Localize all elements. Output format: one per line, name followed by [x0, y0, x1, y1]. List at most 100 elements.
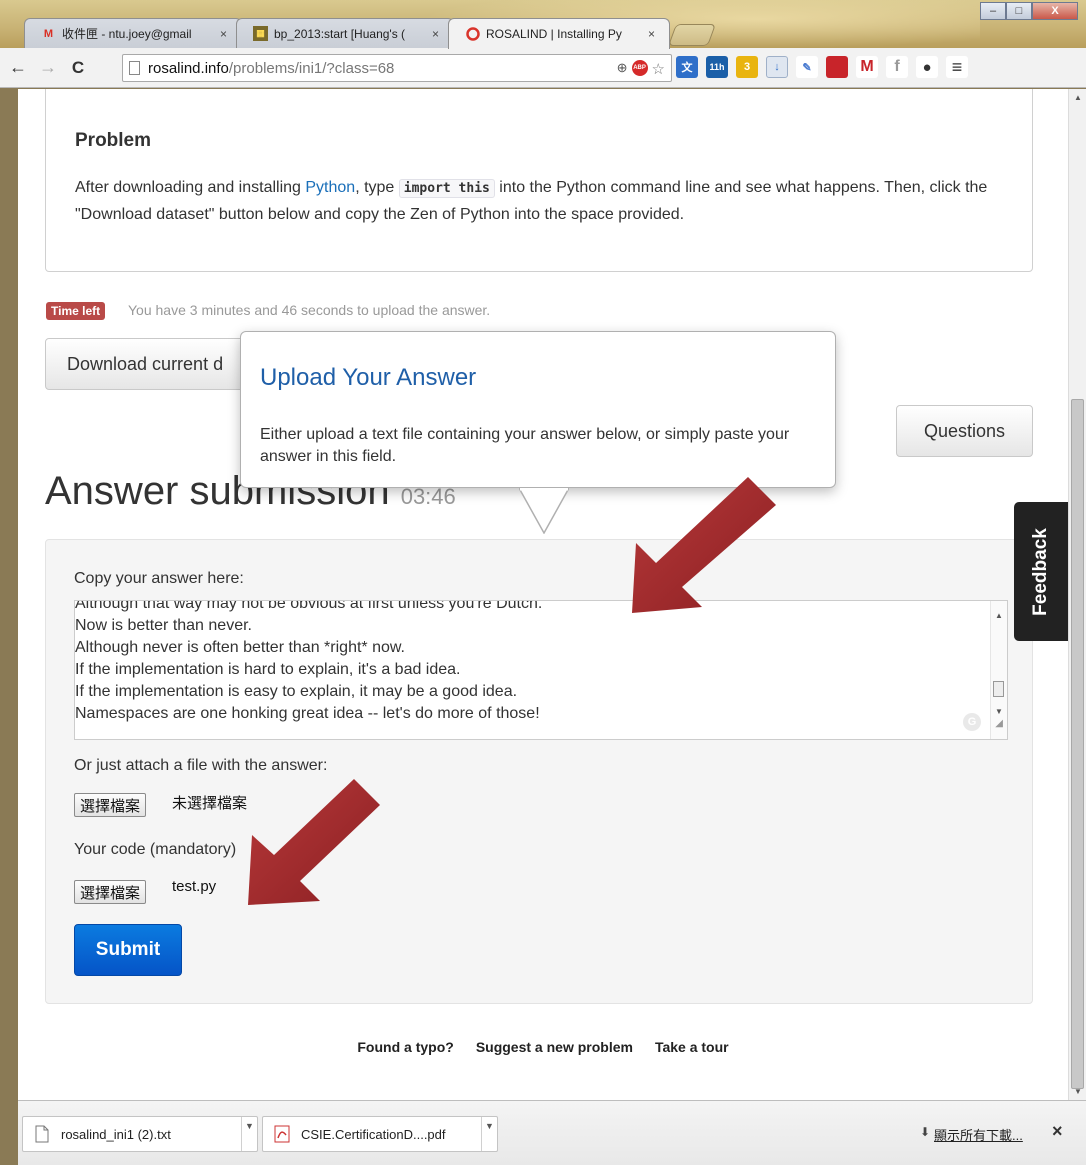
download-arrow-icon: ⬇ [920, 1125, 931, 1139]
textarea-scroll-thumb[interactable] [993, 681, 1004, 697]
brush-icon[interactable]: ✎ [796, 56, 818, 78]
answer-line: Although never is often better than *rig… [75, 639, 405, 656]
code-file-name: test.py [172, 878, 217, 895]
back-button[interactable]: ← [6, 56, 30, 80]
feedback-label: Feedback [1030, 527, 1051, 616]
page-icon [129, 61, 140, 75]
popover-title: Upload Your Answer [260, 364, 477, 391]
answer-line: Namespaces are one honking great idea --… [75, 705, 540, 722]
calendar-icon[interactable]: 11h [706, 56, 728, 78]
bookmark-red-icon[interactable] [826, 56, 848, 78]
answer-form: Copy your answer here: Although that way… [45, 539, 1033, 1004]
window-titlebar: M 收件匣 - ntu.joey@gmail × ▦ bp_2013:start… [0, 0, 1086, 49]
download-helper-icon[interactable]: ↓ [766, 56, 788, 78]
minimize-button[interactable]: – [980, 2, 1006, 20]
window-frame-left [0, 89, 18, 1165]
extension-bar: 文 11h 3 ↓ ✎ M f ● ≡ [676, 56, 968, 78]
close-shelf-icon[interactable]: × [1052, 1121, 1063, 1142]
tab-close-icon[interactable]: × [216, 27, 227, 41]
translate-icon[interactable]: 文 [676, 56, 698, 78]
answer-text: Although that way may not be obvious at … [75, 600, 543, 725]
annotation-arrow-icon [248, 779, 380, 905]
new-tab-button[interactable] [667, 24, 717, 46]
drop-icon[interactable]: ● [916, 56, 938, 78]
questions-button[interactable]: Questions [896, 405, 1033, 457]
import-this-code: import this [398, 179, 495, 198]
tab-bp2013[interactable]: ▦ bp_2013:start [Huang's ( × [236, 18, 454, 48]
notes-icon[interactable]: 3 [736, 56, 758, 78]
zoom-icon[interactable]: ⊕ [617, 60, 628, 78]
upload-answer-popover: Upload Your Answer Either upload a text … [240, 331, 836, 534]
scroll-down-icon[interactable]: ▼ [1072, 1087, 1084, 1096]
answer-line: Although that way may not be obvious at … [75, 600, 543, 612]
attach-file-status: 未選擇檔案 [172, 795, 248, 812]
annotation-arrow-icon [632, 477, 776, 613]
time-left-text: You have 3 minutes and 46 seconds to upl… [128, 302, 491, 318]
tab-gmail[interactable]: M 收件匣 - ntu.joey@gmail × [24, 18, 242, 48]
attach-file-button[interactable]: 選擇檔案 [74, 793, 147, 817]
tab-label: ROSALIND | Installing Py [486, 27, 622, 41]
python-link[interactable]: Python [305, 179, 355, 196]
submit-button[interactable]: Submit [74, 924, 182, 976]
code-label: Your code (mandatory) [74, 841, 237, 858]
page-scroll-thumb[interactable] [1071, 399, 1084, 1089]
tab-close-icon[interactable]: × [428, 27, 439, 41]
problem-text-part: , type [355, 179, 399, 196]
found-typo-link[interactable]: Found a typo? [357, 1039, 453, 1055]
answer-textarea[interactable]: Although that way may not be obvious at … [74, 600, 1008, 740]
wiki-icon: ▦ [253, 26, 268, 41]
browser-toolbar: ← → C rosalind.info/problems/ini1/?class… [0, 48, 1086, 88]
answer-line: Now is better than never. [75, 617, 252, 634]
attach-file-label: Or just attach a file with the answer: [74, 757, 328, 774]
text-file-icon [33, 1124, 51, 1144]
time-left-badge: Time left [46, 302, 106, 320]
tab-rosalind[interactable]: ROSALIND | Installing Py × [448, 18, 670, 49]
problem-panel: Problem After downloading and installing… [45, 89, 1033, 272]
problem-description: After downloading and installing Python,… [75, 175, 1005, 228]
feedback-tab[interactable]: Feedback [1014, 502, 1068, 641]
url-host: rosalind.info [148, 59, 229, 77]
download-item[interactable]: rosalind_ini1 (2).txt ▼ [22, 1116, 258, 1152]
pdf-file-icon [273, 1124, 291, 1144]
tab-label: bp_2013:start [Huang's ( [274, 26, 406, 41]
window-controls: – □ X [980, 2, 1078, 20]
resize-grip-icon[interactable]: ◢ [995, 713, 1003, 735]
maximize-button[interactable]: □ [1006, 2, 1032, 20]
footer-links: Found a typo? Suggest a new problem Take… [18, 1039, 1068, 1055]
download-filename: CSIE.CertificationD....pdf [301, 1126, 446, 1142]
reload-button[interactable]: C [66, 56, 90, 80]
tab-label: 收件匣 - ntu.joey@gmail [62, 27, 192, 41]
show-all-downloads-link[interactable]: 顯示所有下載... [934, 1125, 1023, 1144]
page-viewport: Problem After downloading and installing… [18, 89, 1068, 1100]
grammarly-icon[interactable]: G [963, 713, 981, 731]
scroll-up-arrow-icon[interactable]: ▲ [995, 605, 1003, 627]
code-file-button[interactable]: 選擇檔案 [74, 880, 147, 904]
download-shelf: rosalind_ini1 (2).txt ▼ CSIE.Certificati… [18, 1100, 1086, 1165]
problem-title: Problem [75, 130, 152, 151]
forward-button[interactable]: → [36, 56, 60, 80]
page-scrollbar[interactable]: ▲ ▼ [1068, 89, 1086, 1100]
download-menu-caret-icon[interactable]: ▼ [481, 1117, 497, 1151]
popover-pointer-icon [519, 488, 569, 534]
download-item[interactable]: CSIE.CertificationD....pdf ▼ [262, 1116, 498, 1152]
download-filename: rosalind_ini1 (2).txt [61, 1126, 171, 1142]
gmail-icon: M [43, 27, 54, 40]
facebook-icon[interactable]: f [886, 56, 908, 78]
gmail-ext-icon[interactable]: M [856, 56, 878, 78]
suggest-problem-link[interactable]: Suggest a new problem [476, 1039, 633, 1055]
adblock-icon[interactable]: ABP [631, 60, 648, 76]
menu-icon[interactable]: ≡ [946, 56, 968, 78]
tab-close-icon[interactable]: × [644, 27, 655, 41]
download-menu-caret-icon[interactable]: ▼ [241, 1117, 257, 1151]
bookmark-star-icon[interactable]: ☆ [652, 60, 665, 78]
answer-line: If the implementation is hard to explain… [75, 661, 461, 678]
popover-body: Either upload a text file containing you… [260, 426, 790, 465]
address-bar[interactable]: rosalind.info/problems/ini1/?class=68 ⊕ … [122, 54, 672, 82]
copy-answer-label: Copy your answer here: [74, 570, 244, 587]
rosalind-icon [465, 27, 480, 42]
take-tour-link[interactable]: Take a tour [655, 1039, 729, 1055]
problem-text-part: After downloading and installing [75, 179, 306, 196]
close-window-button[interactable]: X [1032, 2, 1078, 20]
scroll-up-icon[interactable]: ▲ [1072, 93, 1084, 102]
url-path: /problems/ini1/?class=68 [228, 59, 395, 77]
